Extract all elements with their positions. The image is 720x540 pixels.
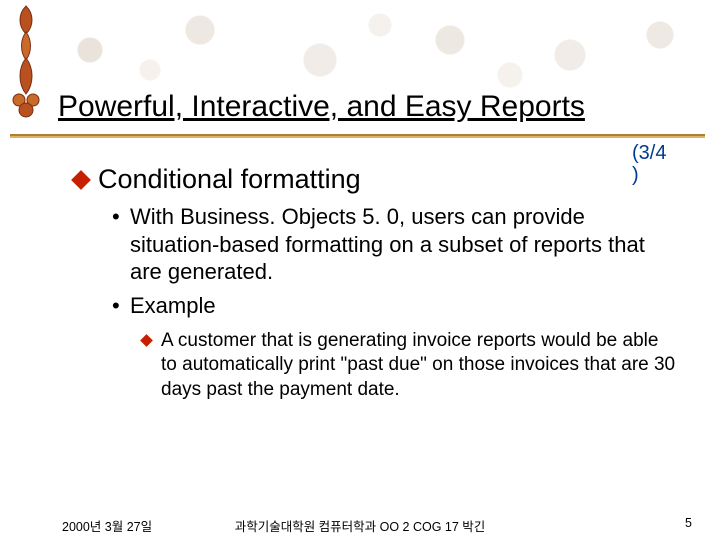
bullet-dot-icon: •: [112, 203, 130, 286]
footer-page-number: 5: [685, 516, 692, 530]
list-item: • Example: [112, 292, 678, 320]
slide-title: Powerful, Interactive, and Easy Reports: [58, 90, 698, 124]
bullet-dot-icon: •: [112, 292, 130, 320]
title-underline-rule: [10, 134, 705, 138]
diamond-bullet-icon: [71, 170, 91, 190]
list-item-text: A customer that is generating invoice re…: [161, 329, 678, 402]
content-area: Conditional formatting • With Business. …: [78, 164, 678, 402]
section-heading-row: Conditional formatting: [78, 164, 678, 195]
list-item-text: Example: [130, 292, 216, 320]
list-item: • With Business. Objects 5. 0, users can…: [112, 203, 678, 286]
footer-center-text: 과학기술대학원 컴퓨터학과 OO 2 COG 17 박긴: [0, 516, 720, 535]
mini-diamond-bullet-icon: [140, 334, 153, 347]
list-item-text: With Business. Objects 5. 0, users can p…: [130, 203, 678, 286]
page-indicator-line1: (3/4: [632, 142, 672, 164]
slide: Powerful, Interactive, and Easy Reports …: [0, 0, 720, 540]
list-item: A customer that is generating invoice re…: [142, 329, 678, 402]
level1-bullet-list: • With Business. Objects 5. 0, users can…: [112, 203, 678, 319]
section-heading: Conditional formatting: [98, 164, 361, 195]
level2-bullet-list: A customer that is generating invoice re…: [142, 329, 678, 402]
